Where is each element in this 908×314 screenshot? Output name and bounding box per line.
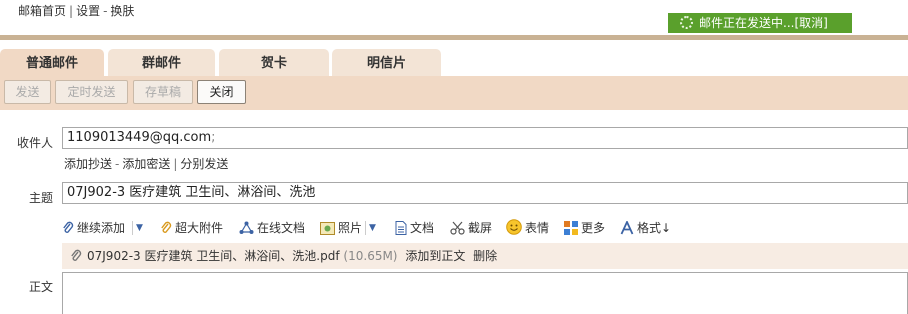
loading-spinner-icon — [680, 16, 693, 29]
document-icon — [395, 221, 407, 235]
format-label: 格式↓ — [637, 221, 672, 235]
settings-link[interactable]: 设置 — [76, 4, 100, 18]
toolbar-divider — [365, 221, 366, 235]
toolbar-divider — [132, 221, 133, 235]
add-to-body-link[interactable]: 添加到正文 — [405, 249, 465, 263]
separate-send-link[interactable]: 分别发送 — [180, 157, 228, 171]
recipient-options: 添加抄送 - 添加密送 | 分别发送 — [64, 155, 228, 172]
recipient-label: 收件人 — [17, 136, 54, 150]
tab-greeting-card[interactable]: 贺卡 — [219, 49, 329, 76]
scheduled-send-button[interactable]: 定时发送 — [55, 80, 128, 104]
recipient-input[interactable]: 1109013449@qq.com; — [62, 127, 908, 149]
share-nodes-icon — [239, 221, 254, 234]
subject-label: 主题 — [29, 191, 54, 205]
photo-button[interactable]: 照片 — [320, 218, 362, 238]
continue-add-label: 继续添加 — [77, 221, 126, 235]
photo-icon — [320, 222, 335, 235]
more-button[interactable]: 更多 — [564, 218, 605, 238]
format-button[interactable]: 格式↓ — [620, 218, 671, 238]
attachment-paperclip-icon — [71, 249, 82, 261]
tab-group-mail[interactable]: 群邮件 — [108, 49, 215, 76]
options-pipe: | — [173, 157, 178, 171]
large-attachment-label: 超大附件 — [175, 221, 224, 235]
body-label: 正文 — [29, 280, 54, 294]
close-button[interactable]: 关闭 — [197, 80, 246, 104]
screenshot-button[interactable]: 截屏 — [450, 218, 492, 238]
attachment-row: 07J902-3 医疗建筑 卫生间、淋浴间、洗池.pdf (10.65M) 添加… — [62, 243, 908, 269]
emoji-button[interactable]: 表情 — [506, 218, 549, 238]
save-draft-button[interactable]: 存草稿 — [133, 80, 193, 104]
photo-label: 照片 — [338, 221, 363, 235]
attachment-size: (10.65M) — [343, 249, 398, 263]
nav-dash: - — [103, 4, 108, 18]
options-dash: - — [115, 157, 120, 171]
add-bcc-link[interactable]: 添加密送 — [122, 157, 170, 171]
document-button[interactable]: 文档 — [395, 218, 434, 238]
send-button[interactable]: 发送 — [4, 80, 51, 104]
more-label: 更多 — [581, 221, 606, 235]
document-label: 文档 — [410, 221, 435, 235]
online-doc-button[interactable]: 在线文档 — [239, 218, 305, 238]
recipient-separator: ; — [211, 130, 216, 145]
body-editor[interactable] — [62, 272, 908, 314]
scissors-icon — [450, 221, 465, 235]
tab-postcard[interactable]: 明信片 — [332, 49, 441, 76]
tab-normal-mail[interactable]: 普通邮件 — [0, 49, 104, 76]
mailbox-home-link[interactable]: 邮箱首页 — [18, 4, 66, 18]
continue-add-button[interactable]: 继续添加 — [62, 218, 125, 238]
top-nav: 邮箱首页 | 设置 - 换肤 — [18, 2, 134, 19]
attachment-filename: 07J902-3 医疗建筑 卫生间、淋浴间、洗池.pdf — [87, 249, 340, 263]
compose-tabs: 普通邮件 群邮件 贺卡 明信片 — [0, 49, 908, 76]
sending-status-banner: 邮件正在发送中...[取消] — [668, 13, 852, 33]
paperclip-icon — [63, 221, 74, 233]
change-skin-link[interactable]: 换肤 — [110, 4, 134, 18]
nav-separator: | — [69, 4, 74, 18]
smiley-icon — [506, 219, 522, 235]
emoji-label: 表情 — [525, 221, 550, 235]
photo-dropdown-icon[interactable]: ▼ — [369, 218, 376, 238]
large-attachment-button[interactable]: 超大附件 — [160, 218, 223, 238]
cancel-send-link[interactable]: [取消] — [794, 16, 827, 30]
screenshot-label: 截屏 — [468, 221, 493, 235]
header-divider — [0, 35, 908, 40]
compose-toolbar: 发送 定时发送 存草稿 关闭 — [0, 76, 908, 110]
grid-icon — [564, 221, 578, 235]
subject-input[interactable]: 07J902-3 医疗建筑 卫生间、淋浴间、洗池 — [62, 182, 908, 204]
sending-status-text: 邮件正在发送中... — [699, 16, 795, 30]
add-cc-link[interactable]: 添加抄送 — [64, 157, 112, 171]
recipient-value: 1109013449@qq.com — [67, 130, 212, 145]
online-doc-label: 在线文档 — [257, 221, 306, 235]
large-paperclip-icon — [161, 221, 172, 233]
delete-attachment-link[interactable]: 删除 — [473, 249, 497, 263]
format-a-icon — [620, 219, 634, 235]
continue-add-dropdown-icon[interactable]: ▼ — [136, 218, 143, 238]
